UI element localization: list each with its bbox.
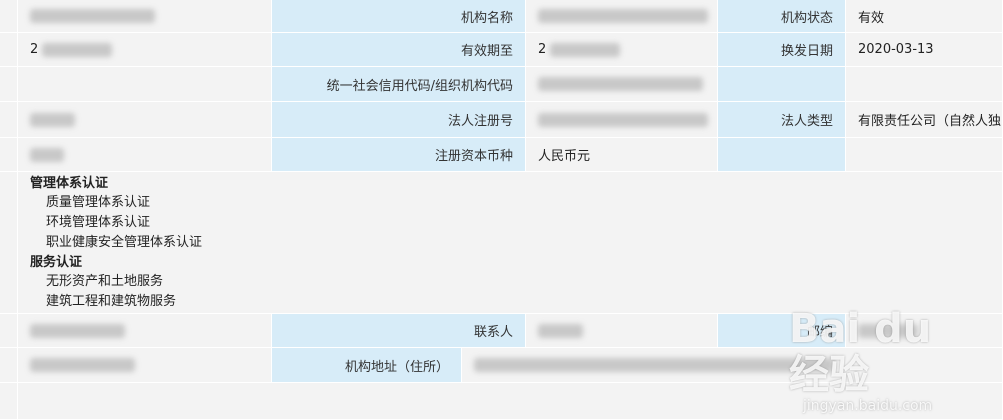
credit-code-label: 统一社会信用代码/组织机构代码 [272, 67, 526, 102]
row6-left-label-stub [0, 172, 18, 314]
row3-left-value [18, 67, 272, 102]
legal-reg-no-label: 法人注册号 [272, 102, 526, 138]
legal-type-label: 法人类型 [718, 102, 846, 138]
contact-value [526, 314, 718, 348]
row3-empty-value [846, 67, 1003, 102]
renew-date-label: 换发日期 [718, 33, 846, 67]
cert-item: 无形资产和土地服务 [46, 274, 164, 289]
row4-left-value [18, 102, 272, 138]
org-name-label: 机构名称 [272, 0, 526, 33]
cert-item: 质量管理体系认证 [46, 195, 151, 210]
row9-left-label-stub [0, 383, 18, 420]
legal-reg-no-value [526, 102, 718, 138]
contact-label: 联系人 [272, 314, 526, 348]
org-name-value [526, 0, 718, 33]
row5-empty-label [718, 138, 846, 172]
row2-left-label-stub [0, 33, 18, 67]
row8-left-label-stub [0, 348, 18, 383]
row1-left-label-stub [0, 0, 18, 33]
row4-left-label-stub [0, 102, 18, 138]
cert-item: 环境管理体系认证 [46, 215, 151, 230]
legal-type-value: 有限责任公司（自然人独 [846, 102, 1003, 138]
row7-left-label-stub [0, 314, 18, 348]
capital-currency-value: 人民币元 [526, 138, 718, 172]
credit-code-value [526, 67, 718, 102]
org-status-label: 机构状态 [718, 0, 846, 33]
row5-left-label-stub [0, 138, 18, 172]
row1-left-value [18, 0, 272, 33]
watermark-logo: Bai du 经验 [789, 306, 932, 398]
valid-until-label: 有效期至 [272, 33, 526, 67]
capital-currency-label: 注册资本币种 [272, 138, 526, 172]
renew-date-value: 2020-03-13 [846, 33, 1003, 67]
cert-item: 职业健康安全管理体系认证 [46, 235, 203, 250]
org-status-value: 有效 [846, 0, 1003, 33]
row3-left-label-stub [0, 67, 18, 102]
cert-group-service: 服务认证 [30, 255, 83, 270]
certification-list: 管理体系认证 质量管理体系认证 环境管理体系认证 职业健康安全管理体系认证 服务… [18, 174, 998, 314]
baidu-jingyan-watermark: Bai du 经验 jingyan.baidu.com [789, 306, 979, 414]
row7-left-value [18, 314, 272, 348]
valid-until-prefix: 2 [538, 42, 547, 57]
row3-empty-label [718, 67, 846, 102]
row8-left-value [18, 348, 272, 383]
row2-left-value: 2 [18, 33, 272, 67]
cert-group-management: 管理体系认证 [30, 176, 109, 191]
row5-left-value [18, 138, 272, 172]
address-label: 机构地址（住所） [272, 348, 462, 383]
row2-left-prefix: 2 [30, 42, 39, 57]
valid-until-value: 2 [526, 33, 718, 67]
watermark-url: jingyan.baidu.com [803, 398, 933, 414]
org-info-table: 机构名称 机构状态 有效 2 有效期至 2 换发日期 2020-03-13 统一… [0, 0, 1003, 420]
row5-empty-value [846, 138, 1003, 172]
